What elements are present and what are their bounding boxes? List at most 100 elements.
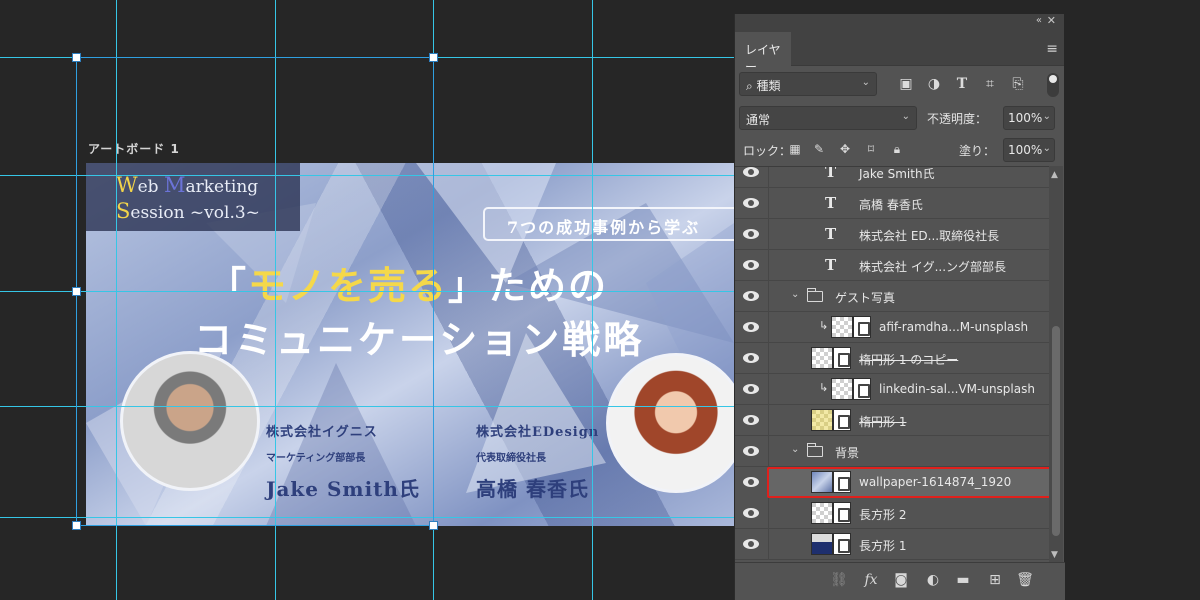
layer-row[interactable]: ↳ afif-ramdha...M-unsplash <box>735 312 1049 343</box>
layer-name: 株式会社 ED...取締役社長 <box>859 229 1000 243</box>
layer-row[interactable]: T 株式会社 イグ...ング部部長 <box>735 250 1049 281</box>
guide-horizontal[interactable] <box>0 57 734 58</box>
layer-name: wallpaper-1614874_1920 <box>859 475 1012 489</box>
title-line1-part: eb <box>137 177 164 197</box>
scroll-thumb[interactable] <box>1052 326 1060 536</box>
link-layers-icon[interactable]: ⛓ <box>829 572 849 590</box>
layer-name: Jake Smith氏 <box>859 167 935 181</box>
blend-mode-select[interactable]: 通常 ⌄ <box>739 106 917 130</box>
collapse-panel-icon[interactable]: « <box>1036 15 1042 26</box>
clipping-arrow-icon: ↳ <box>819 319 829 332</box>
guide-vertical[interactable] <box>116 0 117 600</box>
eye-icon[interactable] <box>743 321 761 333</box>
eye-icon[interactable] <box>743 228 761 240</box>
title-initial-s: S <box>116 199 131 223</box>
layer-row[interactable]: T Jake Smith氏 <box>735 166 1049 188</box>
transform-handle[interactable] <box>72 53 81 62</box>
eye-icon[interactable] <box>743 414 761 426</box>
layer-row[interactable]: 長方形 1 <box>735 529 1049 560</box>
opacity-input[interactable]: 100% ⌄ <box>1003 106 1055 130</box>
headline-line1: 「モノを売る」ための <box>208 255 608 310</box>
text-layer-icon: T <box>825 256 837 274</box>
text-layer-icon: T <box>825 166 837 181</box>
layer-row[interactable]: ↳ linkedin-sal...VM-unsplash <box>735 374 1049 405</box>
smart-object-icon <box>853 316 871 338</box>
guide-vertical[interactable] <box>433 0 434 600</box>
shape-icon <box>833 502 851 524</box>
layers-bottom-toolbar: ⛓ fx ◙ ◐ ▬ ⊞ 🗑︎ <box>735 562 1065 600</box>
fill-input[interactable]: 100% ⌄ <box>1003 138 1055 162</box>
eye-icon[interactable] <box>743 507 761 519</box>
lock-all-icon[interactable]: 🔒︎ <box>889 142 905 158</box>
eye-icon[interactable] <box>743 290 761 302</box>
chevron-down-icon[interactable]: ⌄ <box>791 289 799 300</box>
tab-layers[interactable]: レイヤー <box>735 32 791 74</box>
guide-horizontal[interactable] <box>0 517 734 518</box>
pixel-filter-icon[interactable]: ▣ <box>897 76 915 94</box>
guest-left-role: マーケティング部部長 <box>266 453 366 464</box>
eye-icon[interactable] <box>743 538 761 550</box>
panel-menu-icon[interactable]: ≡ <box>1046 41 1058 57</box>
adjustment-layer-icon[interactable]: ◐ <box>923 572 943 590</box>
layers-scrollbar[interactable]: ▲ ▼ <box>1049 166 1063 562</box>
lock-artboard-icon[interactable]: ⌑ <box>863 142 879 158</box>
transform-handle[interactable] <box>72 521 81 530</box>
eye-icon[interactable] <box>743 476 761 488</box>
eye-icon[interactable] <box>743 352 761 364</box>
adjustment-filter-icon[interactable]: ◑ <box>925 76 943 94</box>
trash-icon[interactable]: 🗑︎ <box>1015 572 1035 590</box>
transform-handle[interactable] <box>429 521 438 530</box>
eye-icon[interactable] <box>743 197 761 209</box>
shape-icon <box>833 409 851 431</box>
layer-group-row[interactable]: ⌄ 背景 <box>735 436 1049 467</box>
smart-object-icon <box>833 471 851 493</box>
layer-name: afif-ramdha...M-unsplash <box>879 320 1029 334</box>
layer-thumbnail <box>811 347 833 369</box>
layer-row[interactable]: 長方形 2 <box>735 498 1049 529</box>
shape-icon <box>833 533 851 555</box>
layer-row[interactable]: 楕円形 1 <box>735 405 1049 436</box>
layer-row-selected[interactable]: wallpaper-1614874_1920 <box>767 467 1049 498</box>
new-group-icon[interactable]: ▬ <box>953 572 973 590</box>
transform-handle[interactable] <box>429 53 438 62</box>
eye-icon[interactable] <box>743 259 761 271</box>
lock-move-icon[interactable]: ✥ <box>837 142 853 158</box>
eye-icon[interactable] <box>743 167 761 178</box>
text-layer-icon: T <box>825 194 837 212</box>
layer-row[interactable]: T 株式会社 ED...取締役社長 <box>735 219 1049 250</box>
title-line1-rest: arketing <box>185 177 259 197</box>
chevron-down-icon[interactable]: ⌄ <box>791 444 799 455</box>
guide-horizontal[interactable] <box>0 175 734 176</box>
layer-group-row[interactable]: ⌄ ゲスト写真 <box>735 281 1049 312</box>
fx-icon[interactable]: fx <box>861 572 881 590</box>
search-icon: ⌕ <box>746 79 757 93</box>
artboard-label: アートボード 1 <box>88 142 180 156</box>
new-layer-icon[interactable]: ⊞ <box>985 572 1005 590</box>
close-panel-icon[interactable]: ✕ <box>1047 14 1056 27</box>
type-filter-icon[interactable]: T <box>953 76 971 94</box>
layer-name: 背景 <box>835 446 860 460</box>
layer-name: ゲスト写真 <box>835 291 896 305</box>
eye-icon[interactable] <box>743 445 761 457</box>
layer-row[interactable]: 楕円形 1 のコピー <box>735 343 1049 374</box>
guest-left-company: 株式会社イグニス <box>266 425 378 440</box>
layer-row[interactable]: T 高橋 春香氏 <box>735 188 1049 219</box>
guide-vertical[interactable] <box>275 0 276 600</box>
scroll-down-icon[interactable]: ▼ <box>1051 550 1058 560</box>
filter-toggle[interactable] <box>1047 73 1059 97</box>
guide-horizontal[interactable] <box>0 291 734 292</box>
smart-object-filter-icon[interactable]: ⎘ <box>1009 76 1027 94</box>
transform-handle[interactable] <box>72 287 81 296</box>
guide-vertical[interactable] <box>592 0 593 600</box>
scroll-up-icon[interactable]: ▲ <box>1051 170 1058 180</box>
lock-brush-icon[interactable]: ✎ <box>811 142 827 158</box>
filter-kind-select[interactable]: ⌕ 種類 ⌄ <box>739 72 877 96</box>
lock-transparent-icon[interactable]: ▦ <box>787 142 803 158</box>
artboard-canvas[interactable]: Web Marketing Session ~vol.3~ 7つの成功事例から学… <box>86 163 734 526</box>
add-mask-icon[interactable]: ◙ <box>891 572 911 590</box>
eye-icon[interactable] <box>743 383 761 395</box>
guide-horizontal[interactable] <box>0 406 734 407</box>
chevron-down-icon: ⌄ <box>861 77 870 88</box>
shape-filter-icon[interactable]: ⌗ <box>981 76 999 94</box>
headline-close: 」 <box>448 263 489 308</box>
